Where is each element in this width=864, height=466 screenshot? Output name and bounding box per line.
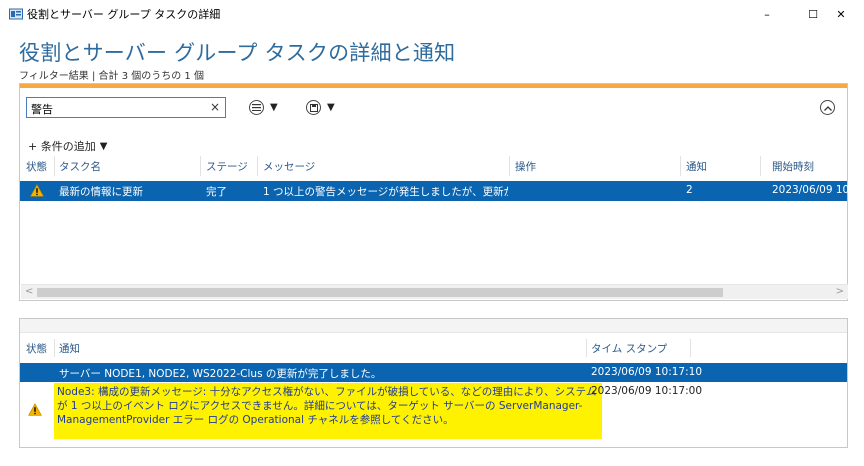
notifications-panel: 状態 通知 タイム スタンプ サーバー NODE1, NODE2, WS2022…	[19, 318, 848, 448]
view-options-button[interactable]: ▼	[249, 97, 278, 118]
maximize-icon: ☐	[808, 7, 818, 21]
panel-header-strip	[20, 319, 847, 333]
horizontal-scrollbar[interactable]: < >	[21, 284, 848, 299]
save-query-caret: ▼	[327, 102, 335, 113]
task-start-time-cell: 2023/06/09 10:1	[772, 184, 848, 196]
notification-text: Node3: 構成の更新メッセージ: 十分なアクセス権がない、ファイルが破損して…	[57, 386, 597, 426]
column-divider	[54, 339, 55, 357]
scroll-left-icon[interactable]: <	[25, 286, 33, 297]
column-divider	[760, 156, 761, 176]
page-title: 役割とサーバー グループ タスクの詳細と通知	[19, 41, 456, 65]
column-header-notifications[interactable]: 通知	[686, 159, 707, 174]
list-options-icon	[249, 100, 264, 115]
tasks-header-row: 状態 タスク名 ステージ メッセージ 操作 通知 開始時刻	[20, 156, 847, 176]
notification-text: サーバー NODE1, NODE2, WS2022-Clus の更新が完了しまし…	[59, 368, 382, 380]
column-divider	[200, 156, 201, 176]
task-message-cell: 1 つ以上の警告メッセージが発生しましたが、更新が...	[263, 186, 508, 198]
column-header-status[interactable]: 状態	[26, 159, 47, 174]
chevron-up-icon	[823, 101, 832, 114]
tasks-panel: 警告 × ▼ ▼ + 条件の追加 ▼ 状態 タスク名 ステージ メッセージ 操作…	[19, 83, 848, 301]
add-criteria-label: + 条件の追加	[28, 140, 96, 153]
minimize-button[interactable]: –	[744, 0, 790, 28]
scroll-right-icon[interactable]: >	[836, 286, 844, 297]
column-divider	[680, 156, 681, 176]
task-stage-cell: 完了	[206, 186, 227, 198]
column-header-task-name[interactable]: タスク名	[59, 159, 101, 174]
column-header-notification[interactable]: 通知	[59, 341, 80, 356]
column-header-message[interactable]: メッセージ	[263, 159, 315, 174]
column-divider	[509, 156, 510, 176]
warning-icon	[28, 403, 42, 419]
list-item[interactable]: Node3: 構成の更新メッセージ: 十分なアクセス権がない、ファイルが破損して…	[20, 383, 847, 443]
collapse-button[interactable]	[820, 100, 835, 115]
column-divider	[257, 156, 258, 176]
close-button[interactable]: ✕	[818, 0, 864, 28]
chevron-down-icon: ▼	[99, 140, 108, 152]
task-notifications-cell: 2	[686, 184, 693, 196]
window-title: 役割とサーバー グループ タスクの詳細	[27, 8, 221, 21]
save-query-icon	[306, 100, 321, 115]
search-input[interactable]: 警告 ×	[26, 97, 226, 118]
add-criteria-button[interactable]: + 条件の追加 ▼	[28, 138, 107, 154]
column-divider	[586, 339, 587, 357]
view-options-caret: ▼	[270, 102, 278, 113]
column-header-status[interactable]: 状態	[26, 341, 47, 356]
column-header-action[interactable]: 操作	[515, 159, 536, 174]
scrollbar-thumb[interactable]	[37, 288, 723, 297]
search-value: 警告	[31, 103, 53, 116]
warning-icon	[30, 184, 44, 200]
notification-timestamp: 2023/06/09 10:17:10	[591, 366, 703, 378]
column-header-stage[interactable]: ステージ	[206, 159, 248, 174]
column-header-start-time[interactable]: 開始時刻	[772, 159, 814, 174]
notification-timestamp: 2023/06/09 10:17:00	[591, 385, 703, 397]
title-bar: 役割とサーバー グループ タスクの詳細 – ☐ ✕	[0, 0, 864, 28]
panel-accent-bar	[20, 84, 847, 88]
minimize-icon: –	[764, 7, 770, 21]
column-divider	[690, 339, 691, 357]
column-header-timestamp[interactable]: タイム スタンプ	[591, 341, 667, 356]
column-divider	[54, 156, 55, 176]
task-name-cell: 最新の情報に更新	[59, 186, 143, 198]
server-manager-icon	[9, 7, 23, 20]
clear-search-icon[interactable]: ×	[210, 100, 220, 114]
filter-result-summary: フィルター結果 | 合計 3 個のうちの 1 個	[19, 71, 204, 82]
close-icon: ✕	[836, 7, 846, 21]
table-row[interactable]: 最新の情報に更新 完了 1 つ以上の警告メッセージが発生しましたが、更新が...…	[20, 181, 848, 201]
list-item[interactable]: サーバー NODE1, NODE2, WS2022-Clus の更新が完了しまし…	[20, 363, 847, 382]
save-query-button[interactable]: ▼	[306, 97, 335, 118]
notifications-header-row: 状態 通知 タイム スタンプ	[20, 339, 847, 357]
